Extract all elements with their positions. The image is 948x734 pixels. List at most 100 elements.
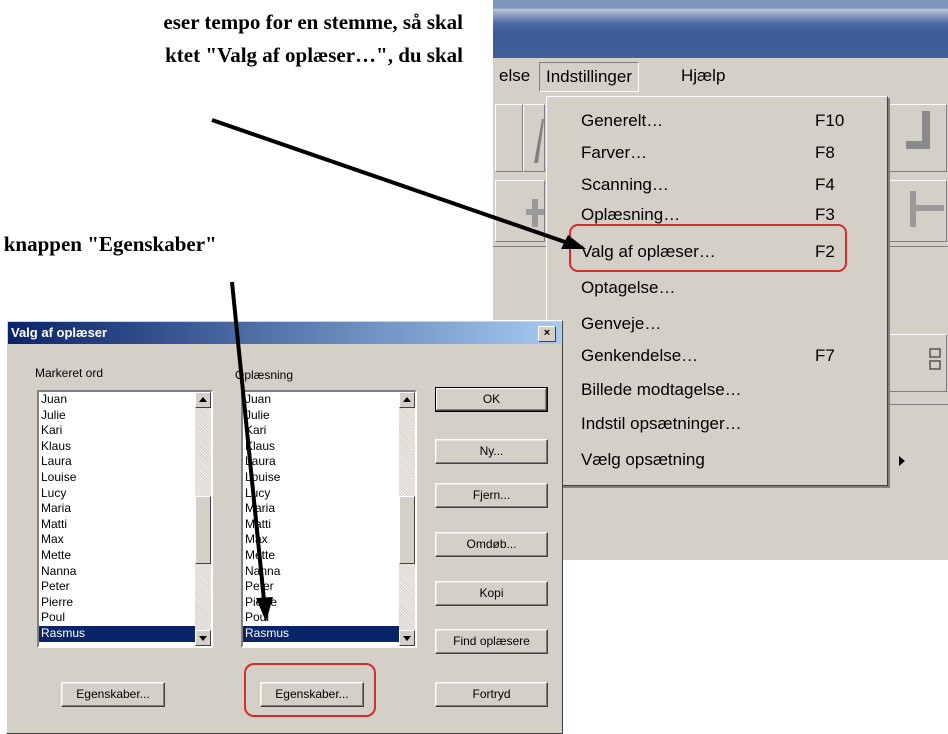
list-item[interactable]: Laura	[243, 454, 415, 470]
instruction-line-3: å knappen "Egenskaber"	[0, 232, 217, 256]
menuitem-label: Scanning…	[581, 175, 669, 194]
list-item[interactable]: Rasmus	[243, 625, 415, 642]
list-item[interactable]: Poul	[243, 610, 415, 626]
dialog-title: Valg af oplæser	[11, 325, 108, 340]
list-item[interactable]: Louise	[39, 470, 211, 486]
list-item[interactable]: Julie	[39, 408, 211, 424]
list-item[interactable]: Matti	[243, 517, 415, 533]
list-item[interactable]: Kari	[39, 423, 211, 439]
toolbar-button-ruler[interactable]	[885, 180, 947, 242]
list-item[interactable]: Klaus	[243, 439, 415, 455]
scroll-thumb[interactable]	[195, 496, 211, 564]
toolbar-button-add[interactable]	[495, 180, 545, 242]
list-item[interactable]: Nanna	[243, 564, 415, 580]
menuitem-label: Indstil opsætninger…	[581, 414, 742, 433]
toolbar-button-cursor[interactable]	[523, 104, 545, 172]
menuitem-farver[interactable]: Farver… F8	[581, 138, 871, 168]
menuitem-shortcut: F7	[815, 346, 835, 365]
cursor-icon	[534, 119, 544, 163]
scroll-down-button[interactable]	[195, 630, 211, 646]
list-item[interactable]: Maria	[243, 501, 415, 517]
dialog-titlebar: Valg af oplæser ×	[8, 322, 561, 344]
plus-icon	[526, 199, 544, 227]
list-item[interactable]: Pierre	[39, 595, 211, 611]
list-item[interactable]: Lucy	[39, 486, 211, 502]
menuitem-label: Genkendelse…	[581, 346, 699, 365]
menuitem-genveje[interactable]: Genveje…	[581, 309, 871, 339]
menu-highlight-box	[569, 224, 847, 272]
scroll-up-icon	[199, 397, 207, 402]
menuitem-label: Vælg opsætning	[581, 450, 705, 469]
layout-icon	[929, 348, 941, 370]
list-item[interactable]: Peter	[243, 579, 415, 595]
close-button[interactable]: ×	[538, 326, 556, 342]
oplaesning-listbox[interactable]: Juan Julie Kari Klaus Laura Louise Lucy Maria Ma…	[241, 390, 417, 648]
scroll-thumb[interactable]	[399, 496, 415, 564]
list-item[interactable]: Juan	[243, 392, 415, 408]
fortryd-button[interactable]: Fortryd	[435, 682, 548, 707]
list-item[interactable]: Klaus	[39, 439, 211, 455]
list-item[interactable]: Matti	[39, 517, 211, 533]
menuitem-shortcut: F8	[815, 143, 835, 162]
markeret-ord-label: Markeret ord	[35, 366, 104, 380]
list-item[interactable]: Kari	[243, 423, 415, 439]
list-item[interactable]: Julie	[243, 408, 415, 424]
ruler-icon	[910, 191, 944, 227]
menuitem-generelt[interactable]: Generelt… F10	[581, 106, 871, 136]
egenskaber-highlight-box	[244, 663, 376, 717]
list-item[interactable]: Mette	[39, 548, 211, 564]
list-item[interactable]: Juan	[39, 392, 211, 408]
menu-indstillinger[interactable]: Indstillinger	[539, 62, 639, 92]
oplaesning-scrollbar[interactable]	[399, 392, 415, 646]
scroll-down-button[interactable]	[399, 630, 415, 646]
instruction-line-1: eser tempo for en stemme, så skal	[163, 10, 463, 34]
list-item[interactable]: Lucy	[243, 486, 415, 502]
fjern-button[interactable]: Fjern...	[435, 483, 548, 508]
ny-button[interactable]: Ny...	[435, 439, 548, 464]
list-item[interactable]: Rasmus	[39, 625, 211, 642]
list-item[interactable]: Laura	[39, 454, 211, 470]
scroll-up-button[interactable]	[399, 392, 415, 408]
menuitem-label: Farver…	[581, 143, 648, 162]
menuitem-optagelse[interactable]: Optagelse…	[581, 273, 871, 303]
arrow-down-icon	[906, 111, 930, 149]
app-titlebar	[493, 0, 948, 58]
menuitem-vaelg-opsaetning[interactable]: Vælg opsætning	[581, 445, 905, 475]
menuitem-scanning[interactable]: Scanning… F4	[581, 170, 871, 200]
find-oplaesere-button[interactable]: Find oplæsere	[435, 629, 548, 654]
menuitem-label: Oplæsning…	[581, 205, 681, 224]
markeret-ord-scrollbar[interactable]	[195, 392, 211, 646]
menuitem-label: Generelt…	[581, 111, 664, 130]
list-item[interactable]: Nanna	[39, 564, 211, 580]
scroll-up-icon	[403, 397, 411, 402]
list-item[interactable]: Pierre	[243, 595, 415, 611]
ok-button[interactable]: OK	[435, 387, 548, 412]
scroll-down-icon	[199, 636, 207, 641]
menuitem-genkendelse[interactable]: Genkendelse… F7	[581, 341, 871, 371]
oplaesning-label: Oplæsning	[235, 368, 294, 382]
list-item[interactable]: Louise	[243, 470, 415, 486]
omdob-button[interactable]: Omdøb...	[435, 532, 548, 557]
toolbar-button-text[interactable]	[495, 104, 523, 172]
scroll-down-icon	[403, 636, 411, 641]
menuitem-label: Billede modtagelse…	[581, 380, 742, 399]
markeret-ord-listbox[interactable]: Juan Julie Kari Klaus Laura Louise Lucy Maria Ma…	[37, 390, 213, 648]
menu-hjaelp[interactable]: Hjælp	[675, 62, 731, 90]
menuitem-indstil-opsaetninger[interactable]: Indstil opsætninger…	[581, 409, 871, 439]
instruction-line-2: ktet "Valg af oplæser…", du skal	[165, 43, 463, 67]
menuitem-shortcut: F4	[815, 175, 835, 194]
menu-optagelse[interactable]: else	[493, 62, 536, 90]
list-item[interactable]: Maria	[39, 501, 211, 517]
list-item[interactable]: Mette	[243, 548, 415, 564]
menubar: else Indstillinger Hjælp	[493, 58, 948, 94]
list-item[interactable]: Max	[243, 532, 415, 548]
list-item[interactable]: Poul	[39, 610, 211, 626]
toolbar-button-down[interactable]	[885, 104, 947, 172]
toolbar-button-layout[interactable]	[885, 334, 947, 392]
kopi-button[interactable]: Kopi	[435, 581, 548, 606]
egenskaber-left-button[interactable]: Egenskaber...	[61, 682, 165, 707]
menuitem-billede-modtagelse[interactable]: Billede modtagelse…	[581, 375, 871, 405]
scroll-up-button[interactable]	[195, 392, 211, 408]
list-item[interactable]: Max	[39, 532, 211, 548]
list-item[interactable]: Peter	[39, 579, 211, 595]
